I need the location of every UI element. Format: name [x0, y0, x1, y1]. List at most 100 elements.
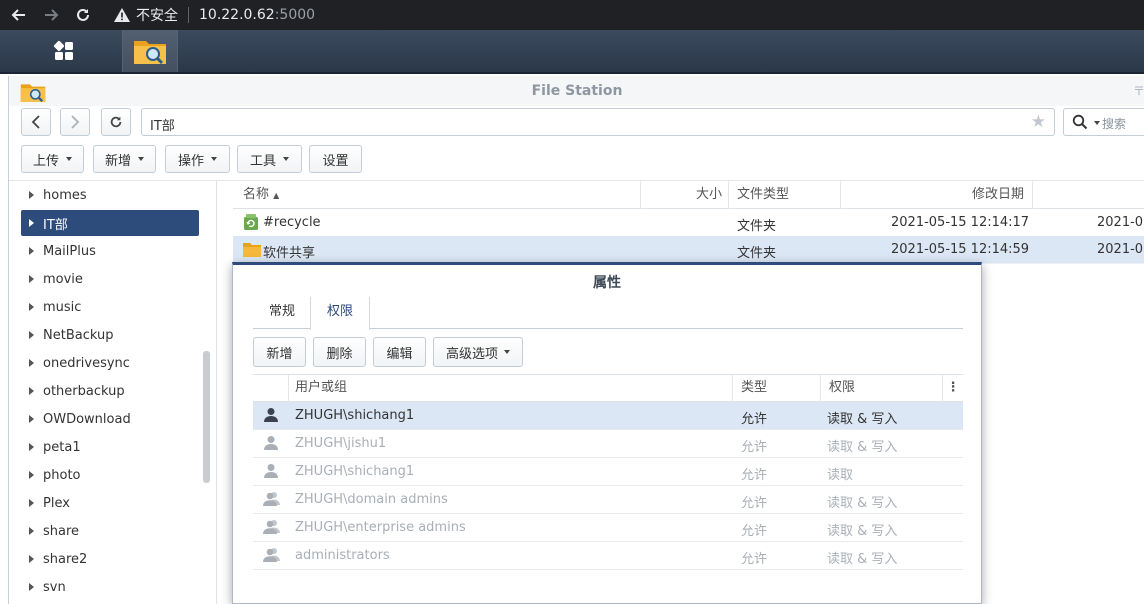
file-modified: 2021-05-15 12:14:59 — [891, 242, 1030, 257]
advanced-options-button[interactable]: 高级选项 — [433, 337, 523, 367]
permission-row[interactable]: ZHUGH\enterprise admins 允许 读取 & 写入 — [253, 514, 963, 542]
expand-arrow-icon[interactable] — [29, 275, 34, 283]
insecure-label[interactable]: 不安全 — [136, 5, 178, 25]
permission-row[interactable]: ZHUGH\shichang1 允许 读取 & 写入 — [253, 402, 963, 430]
file-row[interactable]: 软件共享 文件夹 2021-05-15 12:14:59 2021-05 — [233, 236, 1144, 264]
expand-arrow-icon[interactable] — [29, 387, 34, 395]
expand-arrow-icon[interactable] — [29, 247, 34, 255]
column-header-name[interactable]: 名称 ▲ — [233, 181, 641, 209]
delete-permission-button[interactable]: 删除 — [313, 337, 366, 367]
search-icon[interactable] — [1072, 114, 1088, 134]
column-header-principal[interactable]: 用户或组 — [289, 375, 733, 402]
settings-button[interactable]: 设置 — [309, 145, 362, 173]
file-name: #recycle — [263, 215, 321, 230]
permission-row[interactable]: ZHUGH\domain admins 允许 读取 & 写入 — [253, 486, 963, 514]
tree-scrollbar[interactable] — [203, 351, 210, 483]
file-row[interactable]: #recycle 文件夹 2021-05-15 12:14:17 2021-05 — [233, 209, 1144, 237]
dialog-title[interactable]: 属性 — [233, 272, 981, 292]
file-list-header: 名称 ▲ 大小 文件类型 修改日期 — [233, 181, 1144, 209]
tree-item-label: svn — [43, 579, 66, 595]
permission-row[interactable]: ZHUGH\jishu1 允许 读取 & 写入 — [253, 430, 963, 458]
column-menu-icon[interactable]: ⋮ — [943, 375, 963, 402]
dsm-taskbar — [0, 30, 1144, 74]
principal-name: ZHUGH\shichang1 — [295, 464, 415, 479]
warning-icon[interactable] — [114, 7, 130, 23]
edit-permission-button[interactable]: 编辑 — [373, 337, 426, 367]
tree-item-netbackup[interactable]: NetBackup — [21, 322, 199, 348]
column-header-type[interactable]: 类型 — [733, 375, 821, 402]
main-menu-button[interactable] — [40, 30, 88, 72]
tree-item-otherbackup[interactable]: otherbackup — [21, 378, 199, 404]
column-modified-label: 修改日期 — [971, 187, 1024, 202]
expand-arrow-icon[interactable] — [29, 415, 34, 423]
permission-type: 允许 — [741, 412, 768, 427]
tree-item-label: MailPlus — [43, 243, 96, 259]
chevron-down-icon — [138, 157, 144, 161]
tree-item-photo[interactable]: photo — [21, 462, 199, 488]
expand-arrow-icon[interactable] — [29, 359, 34, 367]
window-title-bar[interactable]: File Station 〒 — [9, 76, 1144, 106]
tree-item-label: otherbackup — [43, 383, 125, 399]
permission-type: 允许 — [741, 552, 768, 567]
tree-item-onedrivesync[interactable]: onedrivesync — [21, 350, 199, 376]
expand-arrow-icon[interactable] — [29, 527, 34, 535]
back-button[interactable] — [21, 108, 51, 136]
tree-item-movie[interactable]: movie — [21, 266, 199, 292]
column-header-modified[interactable]: 修改日期 — [841, 181, 1033, 209]
principal-name: ZHUGH\domain admins — [295, 492, 448, 507]
tree-item-music[interactable]: music — [21, 294, 199, 320]
tree-item-plex[interactable]: Plex — [21, 490, 199, 516]
tree-item-share2[interactable]: share2 — [21, 546, 199, 572]
refresh-button[interactable] — [101, 108, 131, 136]
search-dropdown-icon[interactable] — [1094, 121, 1100, 125]
action-button[interactable]: 操作 — [165, 145, 230, 173]
create-button[interactable]: 新增 — [93, 145, 156, 173]
column-header-permission[interactable]: 权限 — [821, 375, 943, 402]
search-box[interactable]: 搜索 — [1063, 108, 1144, 136]
file-station-taskbar-button[interactable] — [122, 30, 178, 72]
column-header-size[interactable]: 大小 — [641, 181, 729, 209]
tab-permission[interactable]: 权限 — [310, 297, 371, 330]
tools-button[interactable]: 工具 — [237, 145, 302, 173]
permission-type: 允许 — [741, 524, 768, 539]
forward-arrow-icon[interactable] — [40, 4, 62, 26]
tree-item-it[interactable]: IT部 — [21, 210, 199, 236]
path-bar[interactable]: IT部 ★ — [141, 108, 1055, 136]
tab-general[interactable]: 常规 — [253, 297, 311, 329]
expand-arrow-icon[interactable] — [29, 191, 34, 199]
permission-type: 允许 — [741, 468, 768, 483]
user-icon — [263, 435, 279, 455]
window-tray-icon[interactable]: 〒 — [1133, 82, 1144, 99]
tree-item-mailplus[interactable]: MailPlus — [21, 238, 199, 264]
add-permission-button[interactable]: 新增 — [253, 337, 306, 367]
column-type-label: 文件类型 — [737, 187, 790, 202]
back-arrow-icon[interactable] — [8, 4, 30, 26]
file-type: 文件夹 — [737, 219, 777, 234]
tree-item-share[interactable]: share — [21, 518, 199, 544]
expand-arrow-icon[interactable] — [29, 303, 34, 311]
tools-label: 工具 — [249, 153, 276, 169]
tree-item-peta1[interactable]: peta1 — [21, 434, 199, 460]
principal-name: ZHUGH\shichang1 — [295, 408, 415, 423]
forward-button[interactable] — [60, 108, 90, 136]
tree-item-label: onedrivesync — [43, 355, 130, 371]
expand-arrow-icon[interactable] — [29, 499, 34, 507]
permission-row[interactable]: ZHUGH\shichang1 允许 读取 — [253, 458, 963, 486]
expand-arrow-icon[interactable] — [29, 443, 34, 451]
tree-item-owdownload[interactable]: OWDownload — [21, 406, 199, 432]
chevron-down-icon — [504, 350, 510, 354]
url-host: 10.22.0.62 — [199, 7, 275, 23]
expand-arrow-icon[interactable] — [29, 583, 34, 591]
address-bar[interactable]: 10.22.0.62:5000 — [199, 7, 315, 23]
expand-arrow-icon[interactable] — [29, 219, 34, 227]
reload-icon[interactable] — [72, 4, 94, 26]
permission-row[interactable]: administrators 允许 读取 & 写入 — [253, 542, 963, 570]
tree-item-svn[interactable]: svn — [21, 574, 199, 600]
tree-item-homes[interactable]: homes — [21, 182, 199, 208]
star-icon[interactable]: ★ — [1031, 112, 1046, 132]
upload-button[interactable]: 上传 — [21, 145, 84, 173]
column-header-type[interactable]: 文件类型 — [729, 181, 841, 209]
expand-arrow-icon[interactable] — [29, 331, 34, 339]
expand-arrow-icon[interactable] — [29, 471, 34, 479]
expand-arrow-icon[interactable] — [29, 555, 34, 563]
